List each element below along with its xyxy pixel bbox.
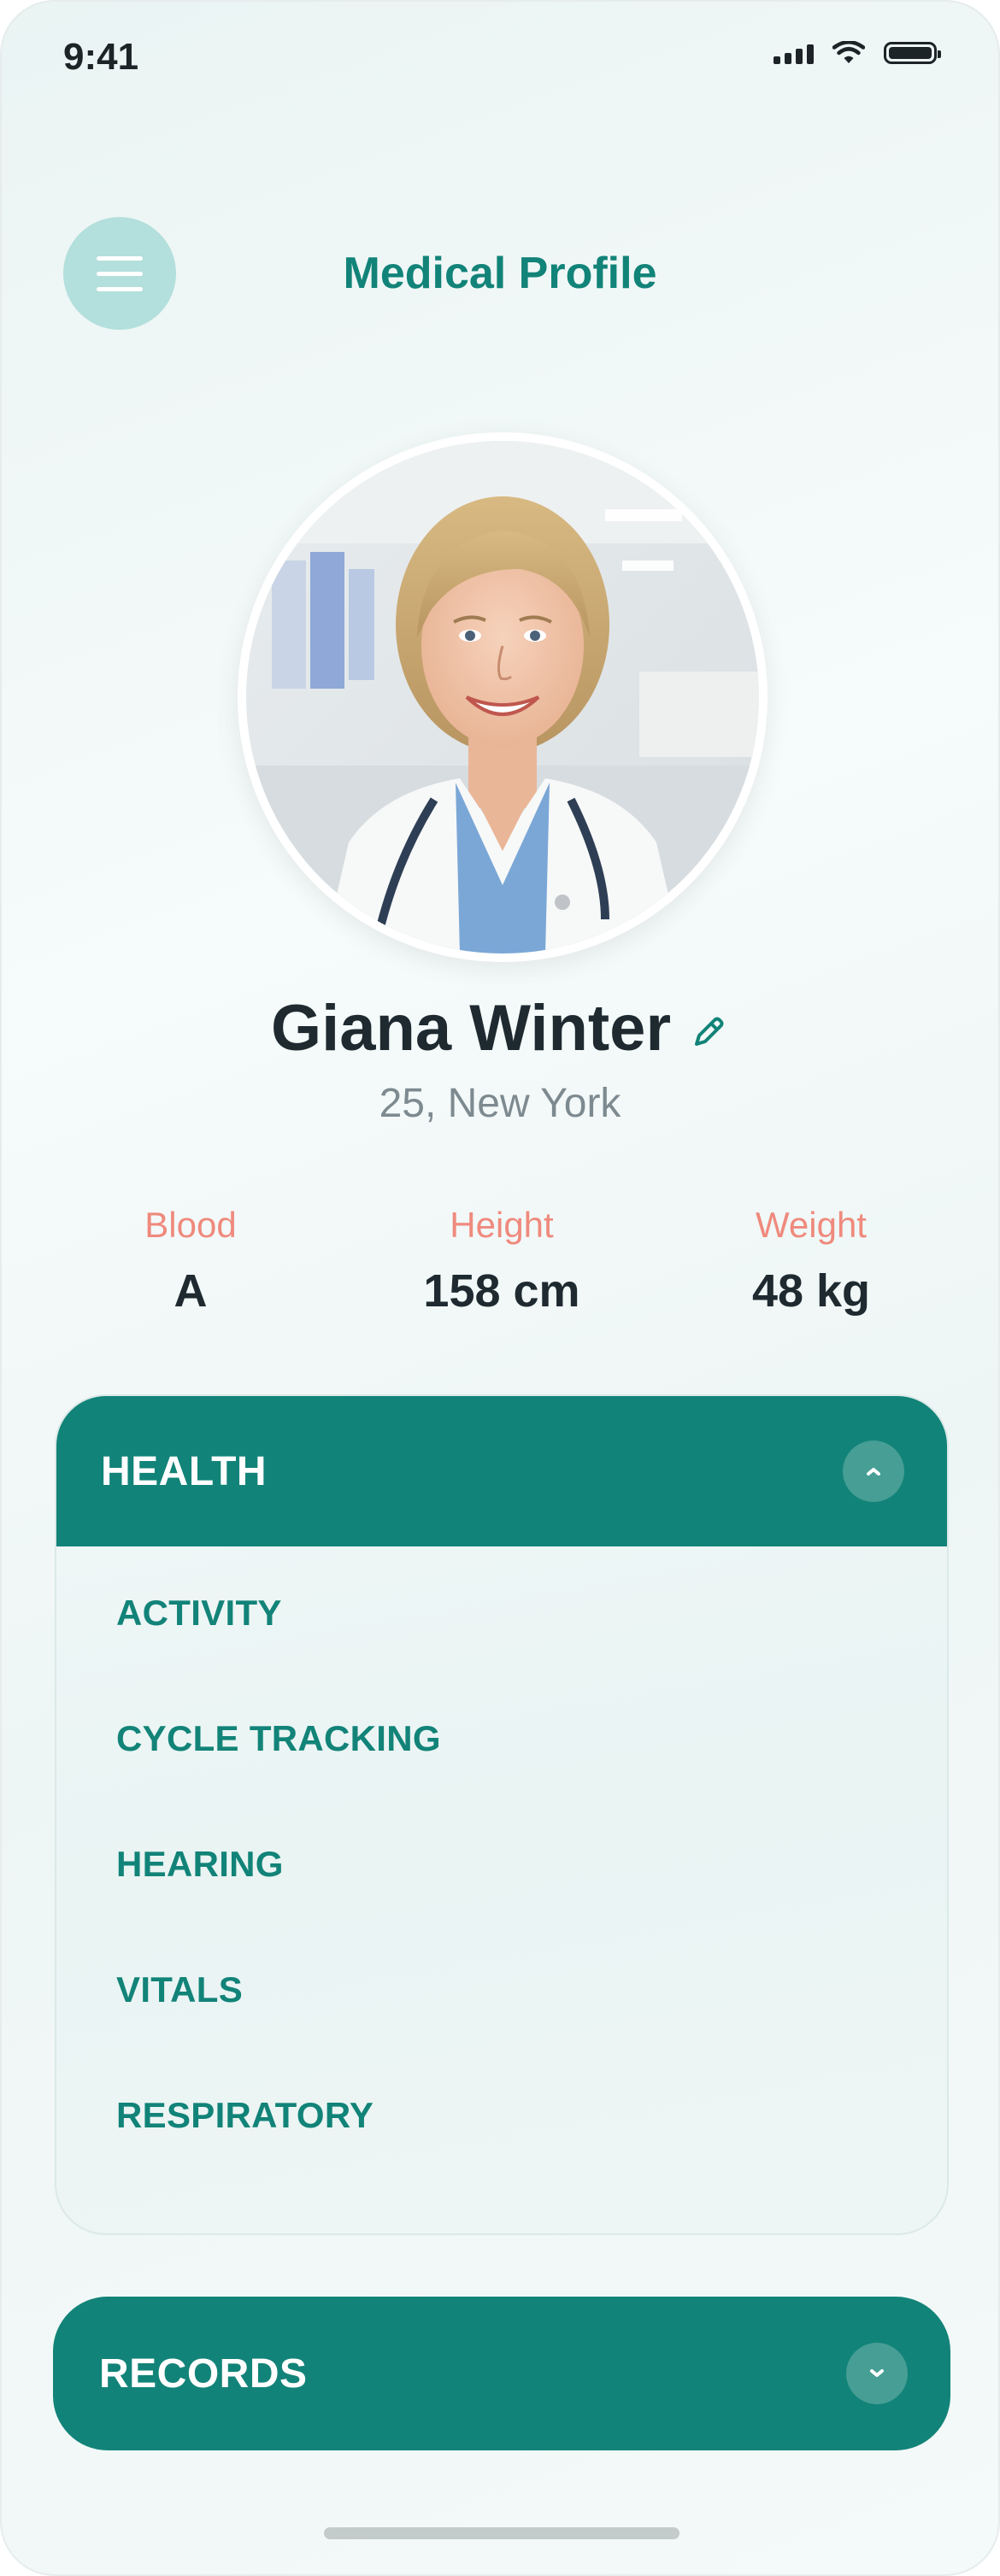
stat-height: Height 158 cm: [374, 1205, 630, 1317]
stat-value: A: [174, 1265, 208, 1317]
health-item-activity[interactable]: ACTIVITY: [56, 1593, 947, 1718]
health-item-cycle-tracking[interactable]: CYCLE TRACKING: [56, 1718, 947, 1844]
stat-value: 48 kg: [751, 1265, 871, 1317]
health-header[interactable]: HEALTH: [56, 1396, 947, 1546]
records-title: RECORDS: [99, 2350, 308, 2397]
profile-name: Giana Winter: [270, 992, 672, 1065]
health-items-list: ACTIVITY CYCLE TRACKING HEARING VITALS R…: [56, 1546, 947, 2221]
page-title: Medical Profile: [343, 249, 657, 298]
avatar[interactable]: [238, 432, 768, 962]
records-section-header[interactable]: RECORDS: [53, 2297, 950, 2450]
health-item-vitals[interactable]: VITALS: [56, 1969, 947, 2095]
stat-label: Weight: [756, 1205, 867, 1245]
profile-name-row: Giana Winter: [2, 991, 998, 1065]
profile-photo: [246, 441, 759, 954]
health-item-respiratory[interactable]: RESPIRATORY: [56, 2095, 947, 2221]
status-time: 9:41: [63, 36, 139, 78]
health-section: HEALTH ACTIVITY CYCLE TRACKING HEARING V…: [55, 1394, 949, 2235]
stat-weight: Weight 48 kg: [683, 1205, 939, 1317]
phone-screen: 9:41 Medical Profile Giana Winter 25, Ne…: [0, 0, 1000, 2576]
home-indicator[interactable]: [324, 2527, 679, 2539]
stat-label: Blood: [144, 1205, 237, 1245]
signal-icon: [774, 42, 814, 64]
chevron-up-icon[interactable]: [843, 1441, 904, 1502]
pencil-icon[interactable]: [688, 1012, 729, 1053]
battery-icon: [884, 42, 941, 64]
stat-blood: Blood A: [62, 1205, 319, 1317]
chevron-down-icon[interactable]: [846, 2343, 908, 2404]
health-title: HEALTH: [101, 1448, 268, 1494]
health-item-hearing[interactable]: HEARING: [56, 1844, 947, 1969]
wifi-icon: [832, 41, 865, 63]
stat-value: 158 cm: [423, 1265, 580, 1317]
profile-subtitle: 25, New York: [379, 1081, 621, 1126]
stat-label: Height: [450, 1205, 554, 1245]
status-icons: [774, 41, 941, 65]
